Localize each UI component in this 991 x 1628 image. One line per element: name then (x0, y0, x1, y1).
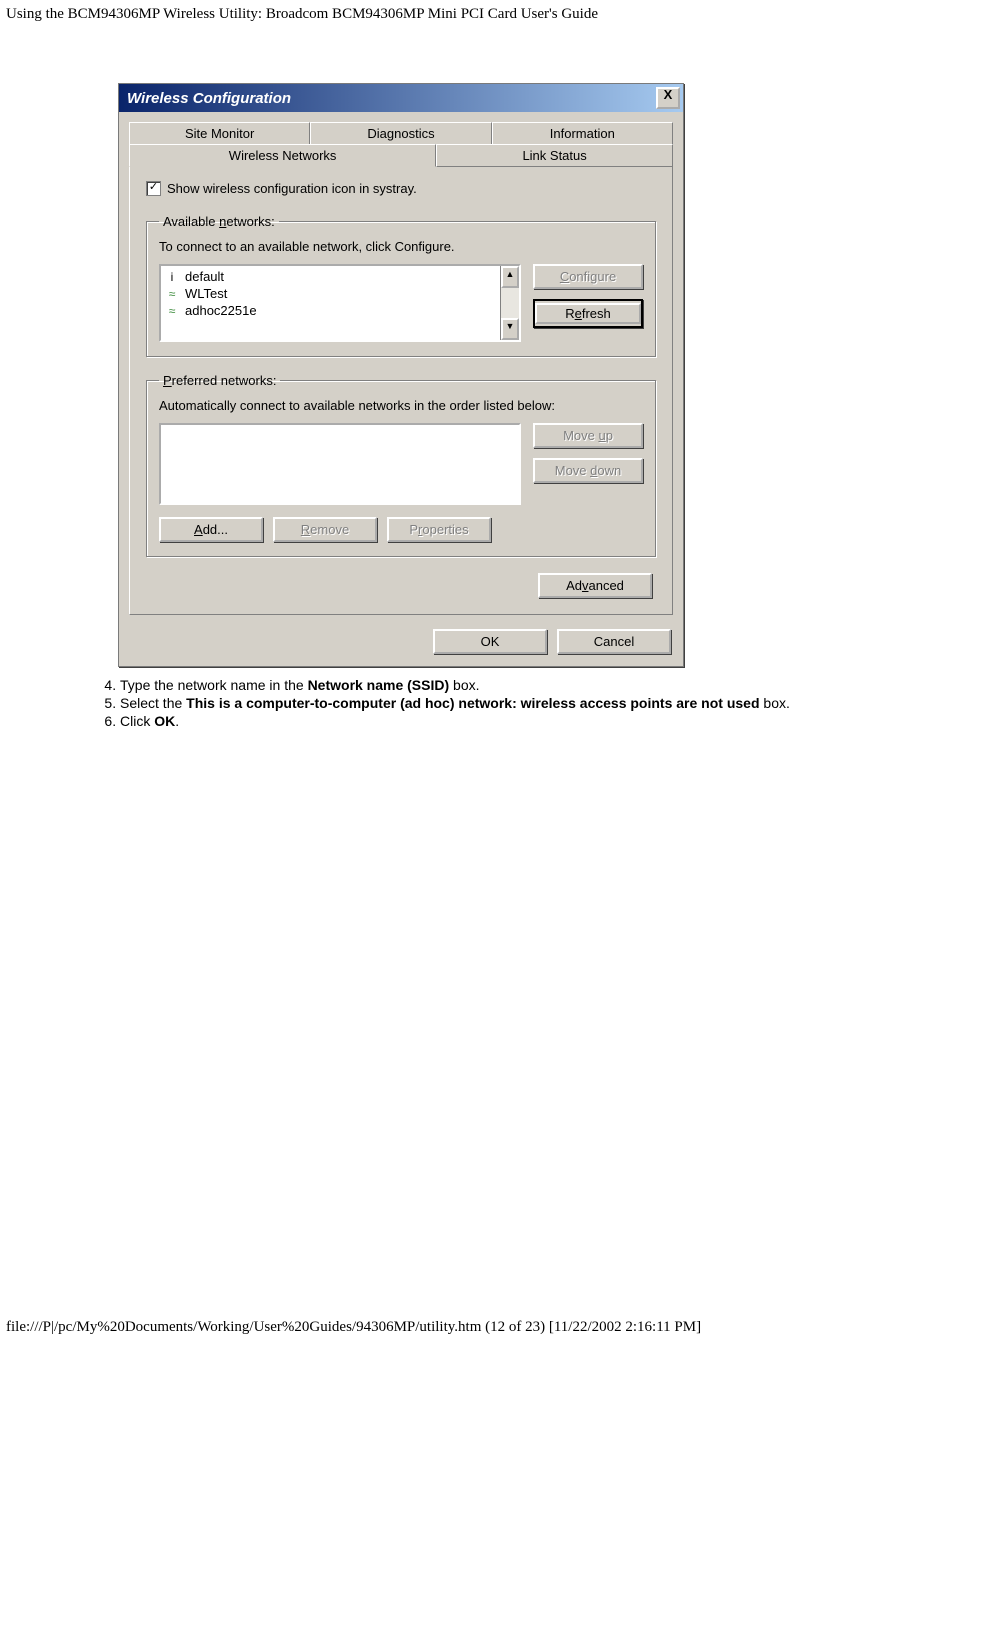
refresh-button[interactable]: Refresh (533, 299, 643, 328)
adhoc-icon: ≈ (165, 304, 179, 318)
page-footer: file:///P|/pc/My%20Documents/Working/Use… (0, 1319, 991, 1346)
tab-body: ✓ Show wireless configuration icon in sy… (129, 166, 673, 615)
properties-button[interactable]: Properties (387, 517, 491, 542)
advanced-button[interactable]: Advanced (538, 573, 652, 598)
list-item[interactable]: ≈ adhoc2251e (165, 302, 496, 319)
tab-site-monitor[interactable]: Site Monitor (129, 122, 310, 144)
wireless-config-dialog: Wireless Configuration X Site Monitor Di… (118, 83, 684, 667)
step-4: Type the network name in the Network nam… (120, 677, 991, 693)
available-legend: Available networks: (159, 214, 279, 229)
close-icon[interactable]: X (656, 87, 680, 109)
adhoc-icon: ≈ (165, 287, 179, 301)
network-name: WLTest (185, 286, 227, 301)
ok-button[interactable]: OK (433, 629, 547, 654)
list-item[interactable]: i default (165, 268, 496, 285)
list-item[interactable]: ≈ WLTest (165, 285, 496, 302)
available-networks-group: Available networks: To connect to an ava… (146, 214, 656, 357)
preferred-networks-list[interactable] (159, 423, 521, 505)
scroll-down-icon[interactable]: ▼ (501, 318, 519, 340)
systray-checkbox[interactable]: ✓ (146, 181, 161, 196)
tab-link-status[interactable]: Link Status (436, 144, 673, 167)
systray-label: Show wireless configuration icon in syst… (167, 181, 417, 196)
step-6: Click OK. (120, 713, 991, 729)
available-networks-list[interactable]: i default ≈ WLTest ≈ adhoc2251e (159, 264, 521, 342)
cancel-button[interactable]: Cancel (557, 629, 671, 654)
tab-wireless-networks[interactable]: Wireless Networks (129, 144, 436, 167)
available-hint: To connect to an available network, clic… (159, 239, 643, 254)
add-button[interactable]: Add... (159, 517, 263, 542)
tab-row-top: Site Monitor Diagnostics Information (129, 122, 673, 144)
preferred-legend: Preferred networks: (159, 373, 280, 388)
configure-button[interactable]: Configure (533, 264, 643, 289)
dialog-title: Wireless Configuration (127, 90, 656, 107)
tab-information[interactable]: Information (492, 122, 673, 144)
step-5: Select the This is a computer-to-compute… (120, 695, 991, 711)
network-name: default (185, 269, 224, 284)
network-name: adhoc2251e (185, 303, 257, 318)
instructions: Type the network name in the Network nam… (80, 677, 991, 729)
move-down-button[interactable]: Move down (533, 458, 643, 483)
tab-row-bottom: Wireless Networks Link Status (129, 144, 673, 167)
remove-button[interactable]: Remove (273, 517, 377, 542)
preferred-networks-group: Preferred networks: Automatically connec… (146, 373, 656, 557)
tab-area: Site Monitor Diagnostics Information Wir… (119, 112, 683, 615)
titlebar: Wireless Configuration X (119, 84, 683, 112)
dialog-bottom-buttons: OK Cancel (119, 615, 683, 666)
scroll-up-icon[interactable]: ▲ (501, 266, 519, 288)
systray-checkbox-row: ✓ Show wireless configuration icon in sy… (146, 181, 656, 196)
preferred-hint: Automatically connect to available netwo… (159, 398, 643, 413)
move-up-button[interactable]: Move up (533, 423, 643, 448)
scrollbar[interactable]: ▲ ▼ (500, 266, 519, 340)
page-header: Using the BCM94306MP Wireless Utility: B… (0, 0, 991, 23)
tab-diagnostics[interactable]: Diagnostics (310, 122, 491, 144)
scroll-track[interactable] (501, 288, 519, 318)
infrastructure-icon: i (165, 270, 179, 284)
